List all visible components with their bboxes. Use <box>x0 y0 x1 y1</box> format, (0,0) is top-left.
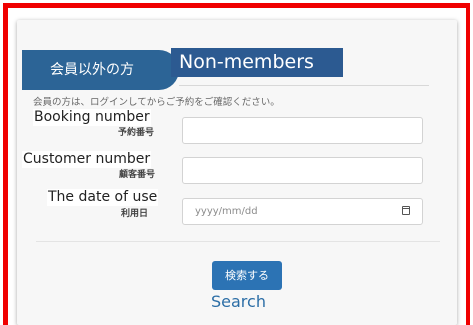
booking-number-field[interactable] <box>182 117 423 144</box>
customer-number-label-jp: 顧客番号 <box>119 170 156 180</box>
search-caption: Search <box>211 292 266 311</box>
booking-number-label-en: Booking number <box>33 109 151 126</box>
customer-number-field[interactable] <box>182 157 423 184</box>
tab-label: 会員以外の方 <box>50 62 134 78</box>
booking-number-label-jp: 予約番号 <box>118 128 155 138</box>
form-divider <box>36 241 440 242</box>
tab-underline <box>179 85 429 86</box>
calendar-icon[interactable] <box>402 206 410 215</box>
date-of-use-field[interactable]: yyyy/mm/dd <box>182 198 423 225</box>
date-placeholder: yyyy/mm/dd <box>195 206 258 217</box>
search-button-label: 検索する <box>225 269 269 282</box>
search-button[interactable]: 検索する <box>212 261 282 290</box>
customer-number-label-en: Customer number <box>22 151 152 168</box>
date-of-use-label-en: The date of use <box>47 189 159 206</box>
member-notice: 会員の方は、ログインしてからご予約をご確認ください。 <box>33 97 280 108</box>
tab-non-members[interactable]: 会員以外の方 <box>22 50 179 90</box>
tab-translation-label: Non-members <box>171 48 343 77</box>
date-of-use-label-jp: 利用日 <box>121 209 149 219</box>
